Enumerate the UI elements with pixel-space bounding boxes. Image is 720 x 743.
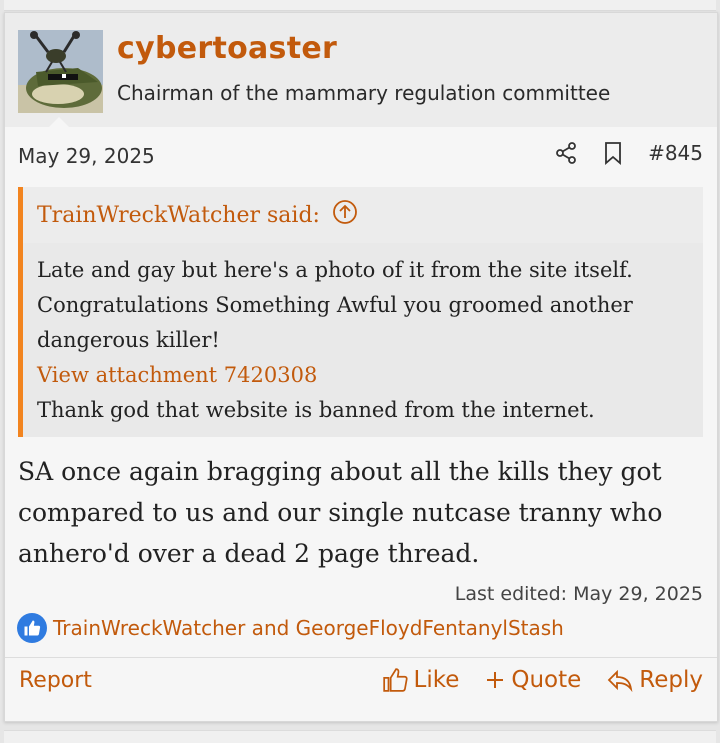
reply-label: Reply [639,667,703,693]
attachment-link[interactable]: View attachment 7420308 [37,358,691,393]
quote-header: TrainWreckWatcher said: [23,187,703,243]
quote-line: Late and gay but here's a photo of it fr… [37,258,633,282]
thumbs-up-icon [17,613,47,643]
post-body: SA once again bragging about all the kil… [18,457,663,568]
forum-post: cybertoaster Chairman of the mammary reg… [4,12,718,722]
quote-line: Congratulations Something Awful you groo… [37,293,633,352]
username[interactable]: cybertoaster [117,31,337,66]
quote-author-link[interactable]: TrainWreckWatcher said: [37,199,358,231]
next-post-edge [4,730,716,743]
quote-author-label[interactable]: TrainWreckWatcher said: [37,203,320,228]
avatar[interactable] [18,30,103,113]
quote-block: TrainWreckWatcher said: Late and gay but… [18,187,703,437]
quote-body: Late and gay but here's a photo of it fr… [37,253,691,428]
report-button[interactable]: Report [19,668,92,693]
user-header: cybertoaster Chairman of the mammary reg… [5,13,717,127]
like-button[interactable]: Like [382,667,460,693]
bookmark-icon[interactable] [602,141,624,165]
reply-button[interactable]: Reply [607,667,703,693]
user-title: Chairman of the mammary regulation commi… [117,81,611,105]
post-date[interactable]: May 29, 2025 [18,144,155,168]
post-footer: Report Like Quote Reply [5,657,717,722]
footer-actions: Like Quote Reply [382,667,703,693]
avatar-pointer [49,117,69,127]
plus-icon [487,672,504,688]
quote-line: Thank god that website is banned from th… [37,398,595,422]
reply-icon [608,669,633,692]
reactions-users[interactable]: TrainWreckWatcher and GeorgeFloydFentany… [53,616,564,640]
like-label: Like [413,667,460,693]
post-meta-actions: #845 [554,141,703,165]
quote-label: Quote [511,667,582,693]
thumbs-up-icon [382,668,408,692]
reactions-bar[interactable]: TrainWreckWatcher and GeorgeFloydFentany… [17,613,564,643]
share-icon[interactable] [554,141,578,165]
previous-post-edge [4,0,716,11]
arrow-up-circle-icon[interactable] [332,199,358,231]
last-edited: Last edited: May 29, 2025 [454,583,703,605]
quote-button[interactable]: Quote [485,667,581,693]
post-number[interactable]: #845 [648,141,703,165]
